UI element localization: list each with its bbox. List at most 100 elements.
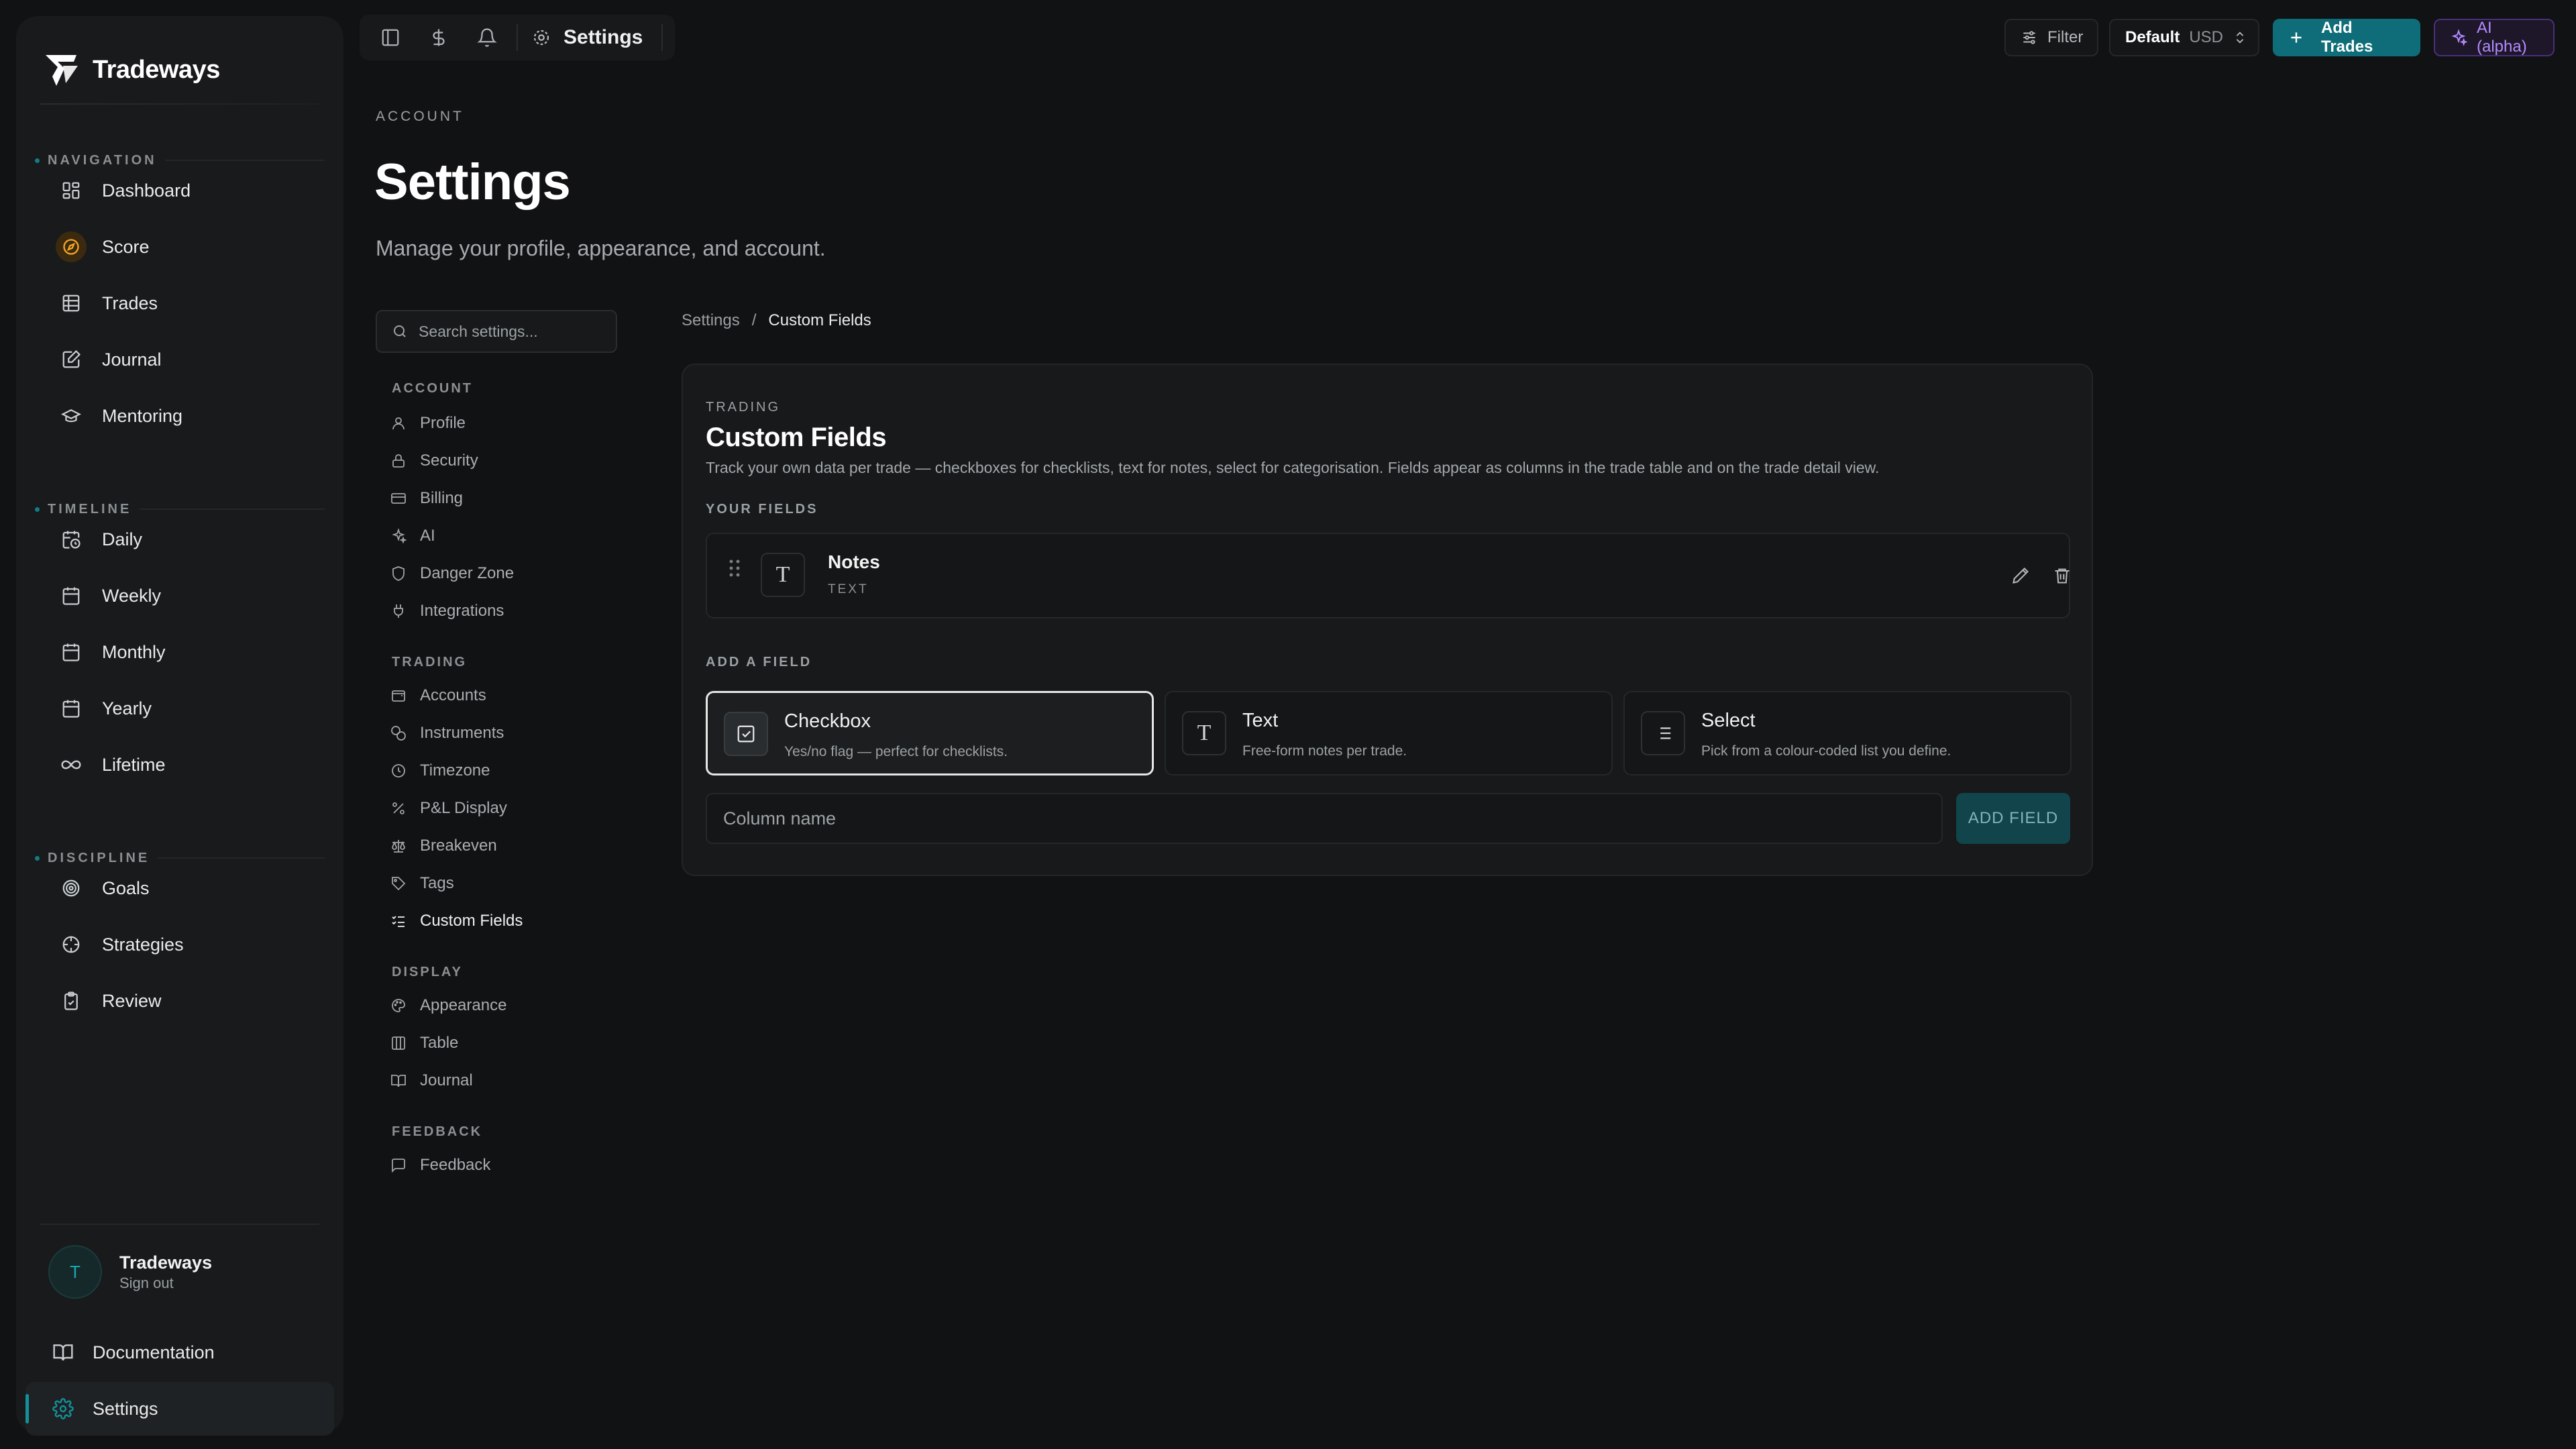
settings-item-ai[interactable]: AI: [389, 520, 435, 552]
avatar: T: [48, 1245, 102, 1299]
sidebar-item-goals[interactable]: Goals: [40, 865, 319, 911]
user-name: Tradeways: [119, 1252, 213, 1273]
sidebar-item-journal[interactable]: Journal: [40, 337, 319, 382]
type-option-text[interactable]: T Text Free-form notes per trade.: [1165, 691, 1613, 775]
settings-search[interactable]: [376, 310, 617, 353]
sidebar-item-dashboard[interactable]: Dashboard: [40, 168, 319, 213]
settings-item-feedback[interactable]: Feedback: [389, 1149, 490, 1181]
percent-icon: [389, 799, 408, 818]
settings-item-label: Security: [420, 451, 478, 470]
settings-item-security[interactable]: Security: [389, 445, 478, 477]
add-trades-button[interactable]: Add Trades: [2273, 19, 2420, 56]
settings-item-label: Appearance: [420, 996, 507, 1014]
filter-button[interactable]: Filter: [2004, 19, 2098, 56]
page-title: Settings: [374, 154, 571, 211]
clock-icon: [389, 761, 408, 780]
notifications-button[interactable]: [463, 17, 511, 58]
plug-icon: [389, 602, 408, 621]
column-name-field[interactable]: [706, 793, 1943, 844]
sidebar-item-yearly[interactable]: Yearly: [40, 686, 319, 731]
sidebar-item-label: Strategies: [102, 934, 184, 955]
settings-item-timezone[interactable]: Timezone: [389, 755, 490, 787]
ai-button[interactable]: AI (alpha): [2434, 19, 2555, 56]
sign-out-link[interactable]: Sign out: [119, 1275, 212, 1292]
settings-item-table[interactable]: Table: [389, 1027, 458, 1059]
sidebar-item-trades[interactable]: Trades: [40, 280, 319, 326]
tag-icon: [389, 874, 408, 893]
divider: [40, 1224, 319, 1225]
settings-item-appearance[interactable]: Appearance: [389, 989, 506, 1022]
settings-item-custom-fields[interactable]: Custom Fields: [389, 905, 523, 937]
search-input[interactable]: [419, 322, 606, 341]
sidebar-item-settings[interactable]: Settings: [25, 1382, 334, 1436]
breadcrumb-current: Custom Fields: [768, 311, 871, 329]
field-name: Notes: [828, 551, 880, 572]
calendar-clock-icon: [59, 527, 83, 551]
settings-item-label: Instruments: [420, 724, 504, 742]
delete-field-button[interactable]: [2047, 561, 2077, 590]
sidebar-item-score[interactable]: Score: [40, 224, 319, 270]
settings-item-tags[interactable]: Tags: [389, 867, 454, 900]
sidebar-item-label: Goals: [102, 877, 150, 898]
dashboard-icon: [59, 178, 83, 203]
your-fields-label: YOUR FIELDS: [706, 502, 818, 517]
settings-item-accounts[interactable]: Accounts: [389, 680, 486, 712]
type-option-name: Checkbox: [784, 710, 871, 732]
sidebar-item-strategies[interactable]: Strategies: [40, 922, 319, 967]
card-eyebrow: TRADING: [706, 400, 780, 415]
user-info: Tradeways Sign out: [119, 1252, 212, 1292]
sidebar-item-label: Mentoring: [102, 405, 183, 426]
text-type-icon: T: [1182, 711, 1226, 755]
breadcrumb-separator: /: [751, 311, 757, 329]
target-icon: [59, 876, 83, 900]
calendar-icon: [59, 640, 83, 664]
add-field-button[interactable]: ADD FIELD: [1956, 793, 2070, 844]
calendar-icon: [59, 696, 83, 720]
edit-field-button[interactable]: [2006, 561, 2035, 590]
sidebar-item-label: Trades: [102, 292, 158, 313]
settings-item-pl-display[interactable]: P&L Display: [389, 792, 507, 824]
settings-item-instruments[interactable]: Instruments: [389, 717, 504, 749]
section-dot: [35, 506, 40, 512]
book-icon: [389, 1071, 408, 1090]
sidebar-item-daily[interactable]: Daily: [40, 517, 319, 562]
sidebar-item-weekly[interactable]: Weekly: [40, 573, 319, 619]
sidebar-item-label: Weekly: [102, 585, 162, 606]
settings-item-label: Table: [420, 1034, 459, 1052]
scale-icon: [389, 837, 408, 855]
columns-icon: [389, 1034, 408, 1053]
settings-item-integrations[interactable]: Integrations: [389, 595, 504, 627]
settings-item-breakeven[interactable]: Breakeven: [389, 830, 497, 862]
section-line: [164, 160, 325, 161]
breadcrumb-root[interactable]: Settings: [682, 311, 740, 330]
sidebar-item-lifetime[interactable]: Lifetime: [40, 742, 319, 788]
add-field-label: ADD A FIELD: [706, 655, 812, 669]
sidebar-item-documentation[interactable]: Documentation: [25, 1326, 334, 1379]
settings-item-label: Accounts: [420, 686, 486, 704]
section-line: [158, 857, 325, 859]
settings-item-label: Integrations: [420, 602, 504, 620]
settings-item-billing[interactable]: Billing: [389, 482, 463, 515]
topbar-title-text: Settings: [564, 26, 643, 48]
type-option-select[interactable]: Select Pick from a colour-coded list you…: [1623, 691, 2072, 775]
settings-item-journal[interactable]: Journal: [389, 1065, 473, 1097]
sidebar: Tradeways NAVIGATION Dashboard Score Tra…: [16, 16, 343, 1436]
sidebar-item-mentoring[interactable]: Mentoring: [40, 393, 319, 439]
drag-handle-icon[interactable]: [727, 558, 742, 578]
sidebar-item-monthly[interactable]: Monthly: [40, 629, 319, 675]
type-option-description: Pick from a colour-coded list you define…: [1701, 743, 1951, 759]
account-select[interactable]: Default USD: [2109, 19, 2259, 56]
currency-button[interactable]: [415, 17, 463, 58]
settings-item-profile[interactable]: Profile: [389, 407, 466, 439]
toggle-sidebar-button[interactable]: [366, 17, 415, 58]
book-icon: [52, 1342, 74, 1363]
user-menu[interactable]: T Tradeways Sign out: [32, 1238, 212, 1305]
settings-item-danger-zone[interactable]: Danger Zone: [389, 557, 514, 590]
brand[interactable]: Tradeways: [43, 36, 220, 103]
sidebar-item-label: Journal: [102, 349, 162, 370]
column-name-input[interactable]: [723, 808, 1917, 829]
sidebar-item-review[interactable]: Review: [40, 978, 319, 1024]
page-eyebrow: ACCOUNT: [376, 109, 464, 124]
type-option-checkbox[interactable]: Checkbox Yes/no flag — perfect for check…: [706, 691, 1154, 775]
section-dot: [35, 158, 40, 163]
